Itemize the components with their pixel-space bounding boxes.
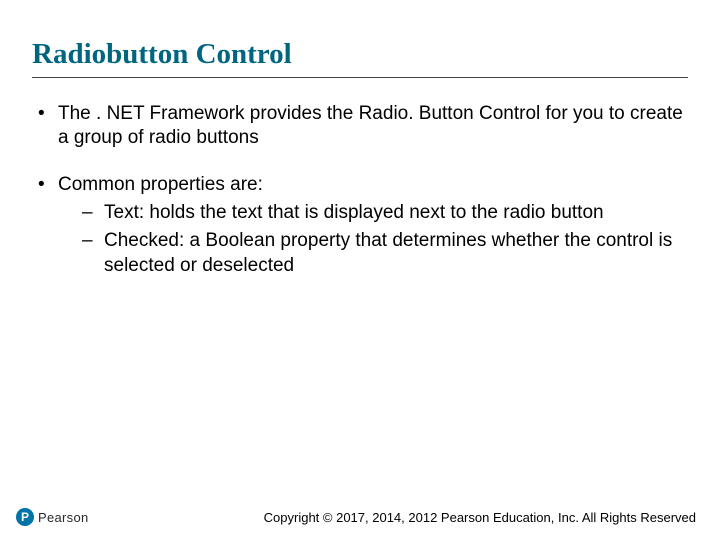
sub-bullet-item: Checked: a Boolean property that determi… bbox=[82, 229, 688, 278]
footer: P Pearson Copyright © 2017, 2014, 2012 P… bbox=[0, 508, 720, 526]
property-desc: : a Boolean property that determines whe… bbox=[104, 230, 672, 275]
title-divider bbox=[32, 77, 688, 78]
slide: Radiobutton Control The . NET Framework … bbox=[0, 0, 720, 540]
property-name: Checked bbox=[104, 230, 179, 251]
property-desc: : holds the text that is displayed next … bbox=[139, 202, 604, 223]
slide-content: The . NET Framework provides the Radio. … bbox=[32, 102, 688, 278]
bullet-list: The . NET Framework provides the Radio. … bbox=[32, 102, 688, 278]
logo-text: Pearson bbox=[38, 510, 89, 525]
bullet-item: The . NET Framework provides the Radio. … bbox=[38, 102, 688, 151]
publisher-logo: P Pearson bbox=[16, 508, 89, 526]
sub-bullet-item: Text: holds the text that is displayed n… bbox=[82, 201, 688, 225]
property-name: Text bbox=[104, 202, 139, 223]
bullet-text: Common properties are: bbox=[58, 174, 263, 195]
bullet-text: The . NET Framework provides the Radio. … bbox=[58, 103, 683, 148]
bullet-item: Common properties are: Text: holds the t… bbox=[38, 173, 688, 278]
sub-bullet-list: Text: holds the text that is displayed n… bbox=[58, 201, 688, 278]
copyright-text: Copyright © 2017, 2014, 2012 Pearson Edu… bbox=[264, 510, 696, 525]
logo-mark-icon: P bbox=[16, 508, 34, 526]
slide-title: Radiobutton Control bbox=[32, 38, 688, 71]
